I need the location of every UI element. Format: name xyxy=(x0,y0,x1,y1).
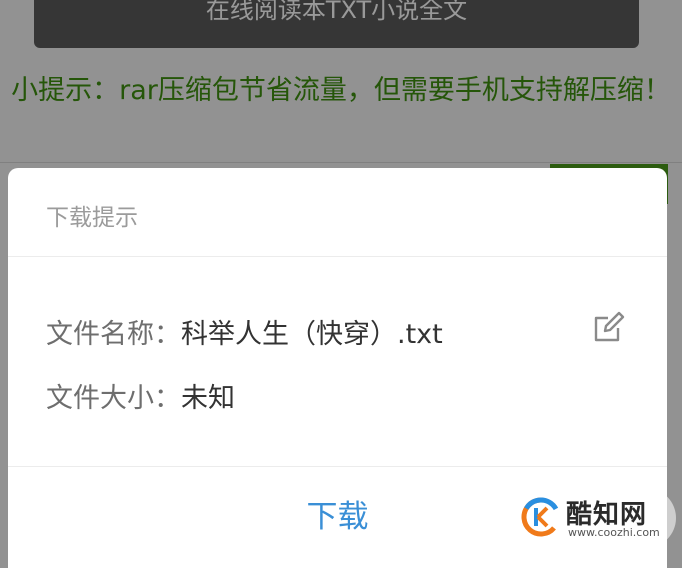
file-size-label: 文件大小： xyxy=(46,383,181,414)
edit-icon[interactable] xyxy=(592,310,626,344)
file-name-row: 文件名称：科举人生（快穿）.txt xyxy=(46,312,443,351)
file-name-label: 文件名称： xyxy=(46,319,181,350)
dialog-header-divider xyxy=(8,256,667,257)
watermark-url: www.coozhi.com xyxy=(568,526,660,539)
watermark: 酷知网 www.coozhi.com xyxy=(506,488,676,548)
file-size-value: 未知 xyxy=(181,383,235,414)
file-name-value: 科举人生（快穿）.txt xyxy=(181,319,443,350)
file-size-row: 文件大小：未知 xyxy=(46,376,235,415)
dialog-title: 下载提示 xyxy=(46,205,138,231)
coozhi-logo-icon xyxy=(521,497,561,537)
